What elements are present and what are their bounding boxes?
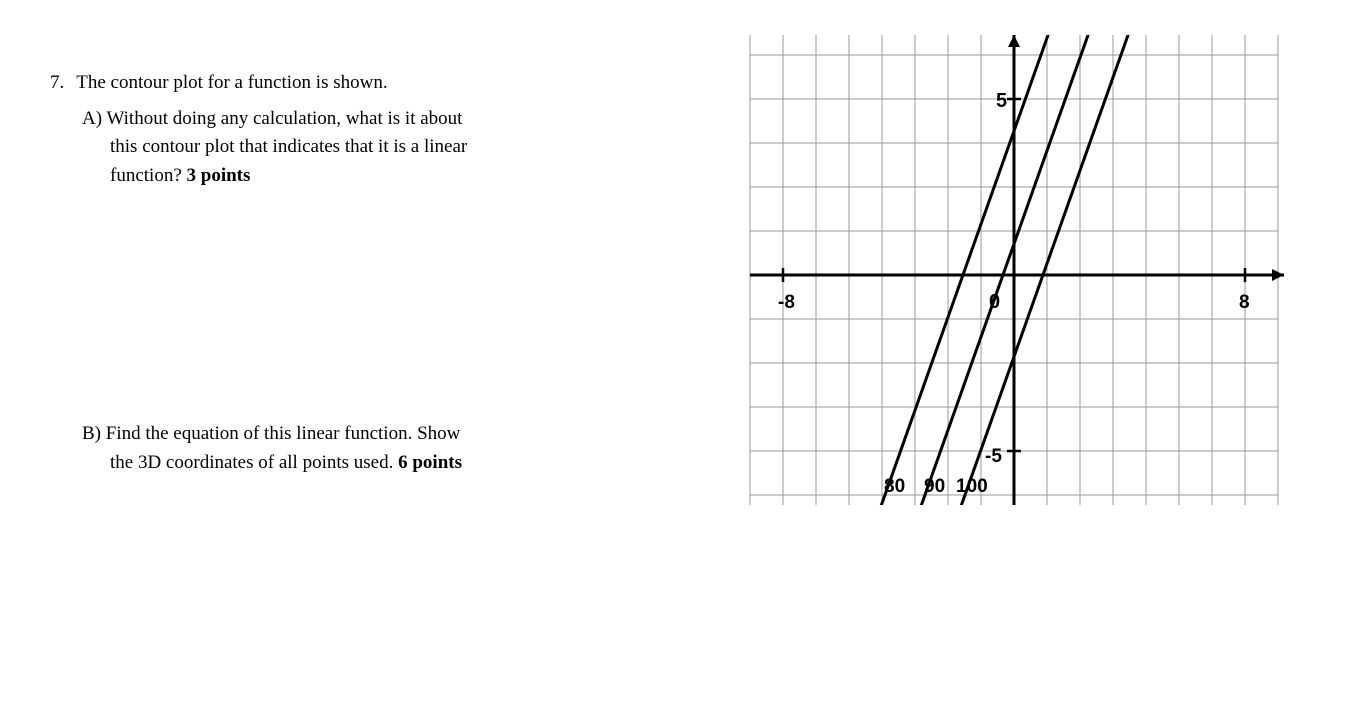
- contour-label-100: 100: [956, 476, 988, 497]
- question-text-column: 7. The contour plot for a function is sh…: [50, 20, 734, 510]
- part-a-points: 3 points: [187, 165, 251, 186]
- x-max-label: 8: [1239, 292, 1250, 313]
- part-a-label: A): [82, 108, 102, 129]
- part-b-line2: the 3D coordinates of all points used.: [110, 452, 393, 473]
- contour-plot: 5 0 -8 8 -5 80 90 100: [734, 30, 1294, 510]
- contour-label-90: 90: [924, 476, 945, 497]
- y-max-label: 5: [996, 90, 1007, 112]
- part-a-line1: Without doing any calculation, what is i…: [106, 108, 462, 129]
- part-b-line1: Find the equation of this linear functio…: [106, 423, 461, 444]
- question-number: 7.: [50, 72, 64, 94]
- origin-label: 0: [989, 291, 1000, 313]
- question-intro: The contour plot for a function is shown…: [76, 70, 387, 97]
- part-b-points: 6 points: [398, 452, 462, 473]
- y-min-label: -5: [985, 446, 1002, 467]
- part-b: B) Find the equation of this linear func…: [82, 420, 704, 477]
- part-a-line2: this contour plot that indicates that it…: [110, 133, 704, 162]
- part-a-line3: function?: [110, 165, 182, 186]
- part-b-label: B): [82, 423, 101, 444]
- x-min-label: -8: [778, 292, 795, 313]
- graph-column: 5 0 -8 8 -5 80 90 100: [734, 20, 1304, 510]
- contour-label-80: 80: [884, 476, 905, 497]
- part-a: A) Without doing any calculation, what i…: [82, 105, 704, 191]
